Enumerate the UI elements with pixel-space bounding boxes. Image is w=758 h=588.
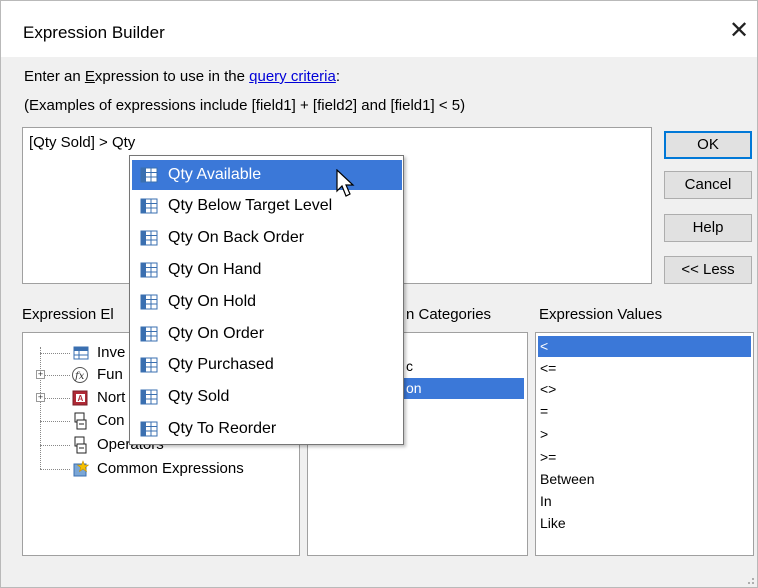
autocomplete-label: Qty On Hand [168,261,262,278]
autocomplete-label: Qty Available [168,166,262,183]
field-icon [140,294,158,310]
field-icon [140,262,158,278]
tree-item-label: Fun [97,366,123,383]
expand-icon[interactable]: + [36,393,45,402]
autocomplete-label: Qty To Reorder [168,420,277,437]
autocomplete-label: Qty Sold [168,388,230,405]
autocomplete-label: Qty On Hold [168,293,257,310]
database-icon: A [72,390,88,406]
list-item[interactable]: Like [538,513,751,534]
ok-button[interactable]: OK [664,131,752,159]
list-item[interactable]: In [538,491,751,512]
instruction-text: xpression to use in the [94,68,250,85]
instruction-text: Enter an [24,68,85,85]
function-icon: fx [72,367,88,383]
autocomplete-item-selected[interactable]: Qty Available [132,160,402,190]
resize-grip-icon[interactable] [743,573,755,585]
expand-icon[interactable]: + [36,370,45,379]
instruction-line-2: (Examples of expressions include [field1… [24,97,466,114]
field-icon [140,389,158,405]
autocomplete-item[interactable]: Qty On Order [132,319,402,349]
list-item[interactable]: >= [538,447,751,468]
mouse-cursor-icon [336,169,355,197]
autocomplete-item[interactable]: Qty Below Target Level [132,191,402,221]
operators-icon [74,436,87,454]
expression-values-label: Expression Values [539,306,663,323]
query-criteria-link[interactable]: query criteria [249,68,336,85]
field-icon [140,198,158,214]
instruction-text: : [335,68,341,85]
table-icon [73,346,89,360]
autocomplete-label: Qty On Order [168,325,265,342]
tree-item-label: Nort [97,389,126,406]
autocomplete-popup[interactable]: Qty Available Qty Below Target Level Qty… [129,155,404,445]
field-icon [140,230,158,246]
expression-text[interactable]: [Qty Sold] > Qty [29,134,135,151]
field-icon [140,326,158,342]
tree-item-label: Con [97,412,125,429]
autocomplete-label: Qty Purchased [168,356,274,373]
list-item-selected[interactable]: < [538,336,751,357]
expression-categories-label: n Categories [406,306,492,323]
autocomplete-label: Qty On Back Order [168,229,305,246]
tree-item-label: Inve [97,344,126,361]
constants-icon [74,412,87,430]
common-expressions-icon [73,460,89,477]
list-item[interactable]: > [538,424,751,445]
field-icon [140,421,158,437]
list-item[interactable]: = [538,401,751,422]
cancel-button[interactable]: Cancel [664,171,752,199]
expression-values-list[interactable]: < <= <> = > >= Between In Like [535,332,754,556]
access-key-letter: E [84,68,95,85]
list-item[interactable]: <= [538,358,751,379]
autocomplete-item[interactable]: Qty On Hold [132,287,402,317]
list-item[interactable]: Between [538,469,751,490]
expression-elements-label: Expression El [22,306,114,323]
tree-item[interactable]: Common Expressions [23,458,293,480]
field-icon [140,357,158,373]
autocomplete-item[interactable]: Qty Purchased [132,350,402,380]
autocomplete-item[interactable]: Qty On Back Order [132,223,402,253]
window-title: Expression Builder [23,23,165,42]
title-bar[interactable]: Expression Builder ✕ [1,1,757,57]
autocomplete-item[interactable]: Qty On Hand [132,255,402,285]
tree-item-label: Common Expressions [97,460,244,477]
less-button[interactable]: << Less [664,256,752,284]
list-item[interactable]: <> [538,379,751,400]
autocomplete-label: Qty Below Target Level [168,197,333,214]
field-icon [140,167,158,183]
autocomplete-item[interactable]: Qty Sold [132,382,402,412]
svg-text:fx: fx [74,371,85,382]
expression-builder-dialog: Expression Builder ✕ Enter an Expression… [0,0,758,588]
help-button[interactable]: Help [664,214,752,242]
close-icon[interactable]: ✕ [726,18,752,44]
svg-text:A: A [78,394,84,403]
instruction-line-1: Enter an Expression to use in the query … [24,68,340,85]
autocomplete-item[interactable]: Qty To Reorder [132,414,402,444]
